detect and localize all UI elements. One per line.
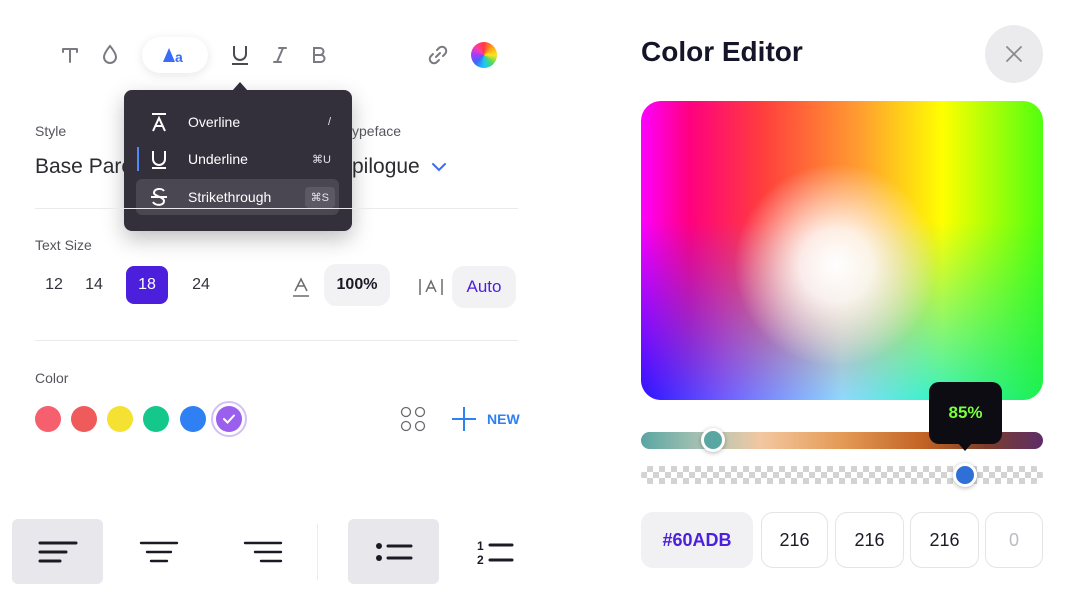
color-swatch-yellow[interactable] xyxy=(107,406,133,432)
link-icon xyxy=(428,45,448,65)
strikethrough-icon xyxy=(151,187,167,206)
align-left-icon xyxy=(38,541,77,562)
underline-icon xyxy=(232,46,248,65)
menu-item-label: Overline xyxy=(188,114,241,130)
typeface-label: ypeface xyxy=(352,123,402,139)
shortcut-label: / xyxy=(327,116,331,128)
align-center-button[interactable] xyxy=(118,519,200,584)
text-decoration-menu: Overline / Underline ⌘U Strikethrough ⌘S xyxy=(124,90,352,231)
text-tool[interactable] xyxy=(53,38,87,72)
focus-indicator xyxy=(137,147,139,171)
underline-icon xyxy=(152,151,166,169)
new-color-label: NEW xyxy=(487,411,520,427)
text-size-label: Text Size xyxy=(35,237,92,253)
alpha-input[interactable]: 0 xyxy=(985,512,1043,568)
fill-tool[interactable] xyxy=(93,38,127,72)
align-center-icon xyxy=(139,541,179,562)
size-option-18[interactable]: 18 xyxy=(126,266,168,304)
opacity-tooltip: 85% xyxy=(929,382,1002,444)
numbered-list-button[interactable]: 12 xyxy=(460,519,530,584)
svg-text:a: a xyxy=(175,49,183,65)
size-option-14[interactable]: 14 xyxy=(82,266,106,304)
overline-icon xyxy=(152,113,166,132)
color-wheel-icon xyxy=(471,42,497,68)
size-option-12[interactable]: 12 xyxy=(42,266,66,304)
bold-tool[interactable] xyxy=(302,38,336,72)
italic-tool[interactable] xyxy=(263,38,297,72)
tooltip-pointer xyxy=(957,442,973,451)
style-value[interactable]: Base Parc xyxy=(35,155,124,179)
link-tool[interactable] xyxy=(421,38,455,72)
letter-spacing-input[interactable]: 100% xyxy=(324,264,390,306)
shortcut-label: ⌘U xyxy=(312,153,331,166)
close-icon xyxy=(1006,46,1022,62)
menu-item-label: Strikethrough xyxy=(188,189,272,205)
underline-tool[interactable] xyxy=(223,38,257,72)
size-option-24[interactable]: 24 xyxy=(189,266,213,304)
color-wheel-tool[interactable] xyxy=(467,38,501,72)
line-height-input[interactable]: Auto xyxy=(452,266,516,308)
letter-spacing-icon xyxy=(293,277,309,297)
menu-item-label: Underline xyxy=(188,151,248,167)
color-swatch-green[interactable] xyxy=(143,406,169,432)
align-right-icon xyxy=(243,541,283,562)
typeface-value[interactable]: pilogue xyxy=(352,155,420,179)
color-spectrum[interactable] xyxy=(641,101,1043,400)
color-label: Color xyxy=(35,370,69,386)
new-color-button[interactable]: NEW xyxy=(450,405,520,433)
svg-text:2: 2 xyxy=(477,553,484,566)
close-button[interactable] xyxy=(985,25,1043,83)
numbered-list-icon: 12 xyxy=(477,539,514,566)
color-swatch-red[interactable] xyxy=(35,406,61,432)
panel-title: Color Editor xyxy=(641,36,803,67)
opacity-slider[interactable] xyxy=(641,466,1043,484)
blue-input[interactable]: 216 xyxy=(910,512,979,568)
droplet-icon xyxy=(102,44,118,64)
check-icon xyxy=(223,414,235,424)
font-style-tool[interactable]: a xyxy=(142,37,208,73)
green-input[interactable]: 216 xyxy=(835,512,904,568)
align-right-button[interactable] xyxy=(222,519,304,584)
plus-icon xyxy=(452,407,476,431)
divider xyxy=(317,524,318,580)
align-left-button[interactable] xyxy=(12,519,103,584)
text-icon xyxy=(62,48,78,63)
divider xyxy=(35,208,518,209)
menu-item-underline[interactable]: Underline ⌘U xyxy=(136,141,339,177)
hex-input[interactable]: #60ADB xyxy=(641,512,753,568)
svg-text:1: 1 xyxy=(477,539,484,553)
divider xyxy=(35,340,518,341)
italic-icon xyxy=(273,47,287,63)
color-swatch-blue[interactable] xyxy=(180,406,206,432)
menu-item-strikethrough[interactable]: Strikethrough ⌘S xyxy=(136,179,339,215)
red-input[interactable]: 216 xyxy=(761,512,828,568)
chevron-down-icon[interactable] xyxy=(431,161,447,173)
palette-grid-icon[interactable] xyxy=(400,406,426,432)
bullet-list-icon xyxy=(375,542,412,561)
menu-item-overline[interactable]: Overline / xyxy=(136,104,339,140)
color-swatch-coral[interactable] xyxy=(71,406,97,432)
font-style-icon: a xyxy=(163,48,183,65)
bold-icon xyxy=(313,47,326,63)
style-label: Style xyxy=(35,123,67,139)
bullet-list-button[interactable] xyxy=(348,519,439,584)
line-height-icon xyxy=(419,279,443,295)
shortcut-label: ⌘S xyxy=(304,186,335,208)
color-swatch-purple[interactable] xyxy=(211,401,247,437)
